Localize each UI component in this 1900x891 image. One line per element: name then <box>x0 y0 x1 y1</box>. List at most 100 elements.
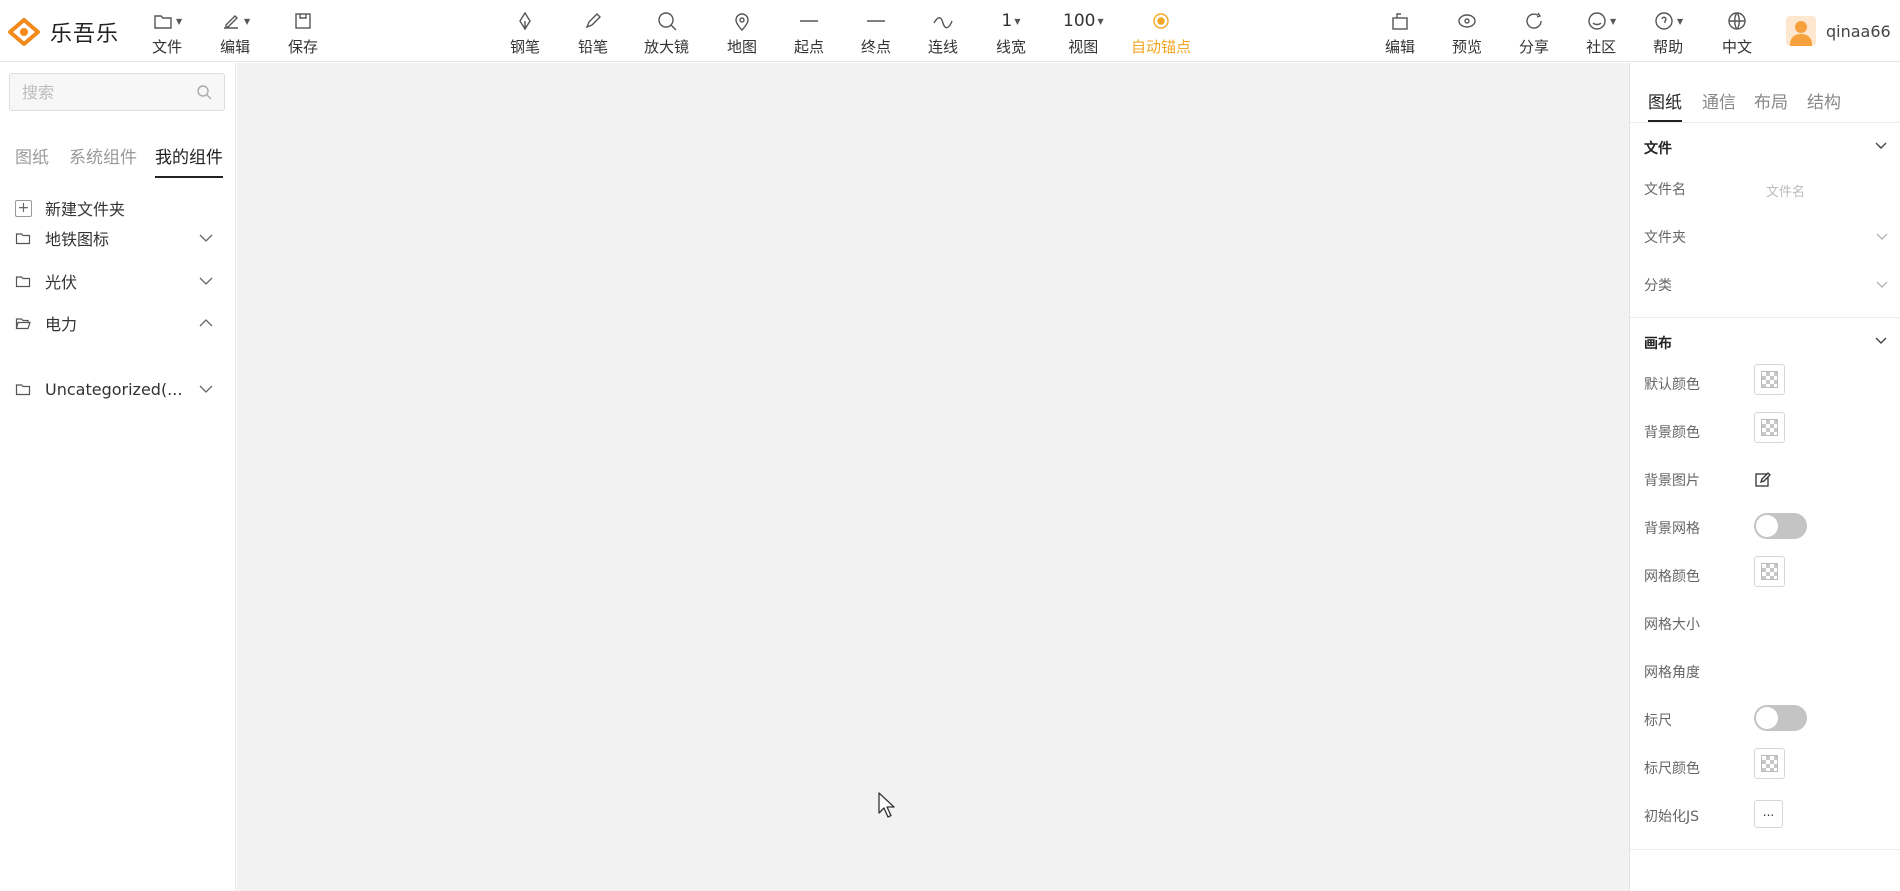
start-point-label: 起点 <box>794 38 825 56</box>
community-button[interactable]: ▼ 社区 <box>1586 8 1616 58</box>
edit-image-icon[interactable] <box>1754 471 1772 489</box>
chevron-down-icon[interactable] <box>198 381 214 397</box>
tab-drawings[interactable]: 图纸 <box>15 143 49 168</box>
line-width-label: 线宽 <box>996 38 1027 56</box>
grid-color-picker[interactable] <box>1754 556 1785 587</box>
folder-select-chevron-icon[interactable] <box>1876 230 1888 242</box>
bg-color-picker[interactable] <box>1754 412 1785 443</box>
share-icon <box>1526 12 1542 29</box>
edit-icon <box>224 15 238 29</box>
chevron-down-icon[interactable] <box>198 273 214 289</box>
line-width-button[interactable]: 1 ▼ 线宽 <box>996 8 1026 58</box>
tab-communication[interactable]: 通信 <box>1702 88 1736 113</box>
preview-button[interactable]: 预览 <box>1452 8 1482 58</box>
map-tool-button[interactable]: 地图 <box>727 8 757 58</box>
map-label: 地图 <box>727 38 758 56</box>
help-label: 帮助 <box>1653 38 1684 56</box>
tab-drawing[interactable]: 图纸 <box>1648 88 1682 122</box>
globe-icon <box>1728 12 1746 30</box>
tab-my-components[interactable]: 我的组件 <box>155 143 223 178</box>
init-js-label: 初始化JS <box>1644 809 1700 825</box>
logo[interactable]: 乐吾乐 <box>6 12 119 52</box>
folder-label: 光伏 <box>45 273 78 292</box>
filename-input[interactable]: 文件名 <box>1766 181 1805 200</box>
anchor-dot-icon <box>1153 13 1169 29</box>
language-label: 中文 <box>1722 38 1753 56</box>
share-button[interactable]: 分享 <box>1519 8 1549 58</box>
folder-icon <box>15 384 31 396</box>
folder-icon <box>15 233 31 245</box>
pencil-label: 铅笔 <box>578 38 609 56</box>
category-label: 分类 <box>1644 278 1672 294</box>
app-name: 乐吾乐 <box>50 22 120 47</box>
top-toolbar: 乐吾乐 ▼ 文件 ▼ 编辑 保存 钢笔 铅笔 放大镜 地图 起点 终点 连线 1 <box>0 0 1900 62</box>
new-folder-button[interactable]: + 新建文件夹 <box>0 193 236 223</box>
community-label: 社区 <box>1586 38 1617 56</box>
file-menu-button[interactable]: ▼ 文件 <box>152 8 182 58</box>
end-point-button[interactable]: 终点 <box>861 8 891 58</box>
ruler-color-picker[interactable] <box>1754 748 1785 779</box>
auto-anchor-label: 自动锚点 <box>1131 38 1192 56</box>
folder-label: Uncategorized(... <box>45 379 183 399</box>
magnifier-label: 放大镜 <box>644 38 690 56</box>
search-input[interactable] <box>10 82 180 102</box>
section-divider <box>1630 849 1900 850</box>
line-end-icon <box>867 20 885 22</box>
help-button[interactable]: ▼ 帮助 <box>1653 8 1683 58</box>
folder-label: 电力 <box>45 315 78 334</box>
start-point-button[interactable]: 起点 <box>794 8 824 58</box>
folder-item[interactable]: 地铁图标 <box>0 223 236 253</box>
folder-item[interactable]: Uncategorized(... <box>0 374 236 404</box>
chevron-down-icon[interactable] <box>198 230 214 246</box>
connector-label: 连线 <box>928 38 959 56</box>
right-properties-panel: 图纸 通信 布局 结构 文件 文件名 文件名 文件夹 分类 画布 默认颜色 背景… <box>1629 63 1900 891</box>
chevron-up-icon[interactable] <box>198 315 214 331</box>
bg-image-label: 背景图片 <box>1644 473 1700 489</box>
end-point-label: 终点 <box>861 38 892 56</box>
tab-system-components[interactable]: 系统组件 <box>69 143 137 168</box>
default-color-label: 默认颜色 <box>1644 377 1700 393</box>
init-js-button[interactable]: ... <box>1754 800 1783 828</box>
edit-mode-label: 编辑 <box>1385 38 1416 56</box>
edit-menu-button[interactable]: ▼ 编辑 <box>220 8 250 58</box>
avatar <box>1786 16 1816 46</box>
search-icon[interactable] <box>196 84 212 100</box>
folder-item[interactable]: 电力 <box>0 308 236 338</box>
connector-button[interactable]: 连线 <box>928 8 958 58</box>
chevron-down-icon[interactable] <box>1874 334 1888 348</box>
username: qinaa66 <box>1826 21 1891 41</box>
magnifier-tool-button[interactable]: 放大镜 <box>644 8 689 58</box>
save-label: 保存 <box>288 38 319 56</box>
edit-mode-button[interactable]: 编辑 <box>1385 8 1415 58</box>
pen-tool-button[interactable]: 钢笔 <box>510 8 540 58</box>
new-folder-label: 新建文件夹 <box>45 200 126 219</box>
folder-item[interactable]: 光伏 <box>0 266 236 296</box>
pen-icon <box>519 11 531 31</box>
bg-grid-toggle[interactable] <box>1754 513 1807 539</box>
edit-label: 编辑 <box>220 38 251 56</box>
ruler-color-label: 标尺颜色 <box>1644 761 1700 777</box>
drawing-canvas[interactable] <box>237 63 1629 891</box>
save-button[interactable]: 保存 <box>288 8 318 58</box>
folder-label: 文件夹 <box>1644 230 1686 246</box>
file-section-title: 文件 <box>1644 141 1672 157</box>
share-label: 分享 <box>1519 38 1550 56</box>
user-menu[interactable]: qinaa66 <box>1786 16 1891 46</box>
pencil-tool-button[interactable]: 铅笔 <box>578 8 608 58</box>
chevron-down-icon[interactable] <box>1874 139 1888 153</box>
tab-structure[interactable]: 结构 <box>1807 88 1841 113</box>
tab-layout[interactable]: 布局 <box>1754 88 1788 113</box>
language-button[interactable]: 中文 <box>1722 8 1752 58</box>
ruler-toggle[interactable] <box>1754 705 1807 731</box>
default-color-picker[interactable] <box>1754 364 1785 395</box>
view-zoom-button[interactable]: 100 ▼ 视图 <box>1063 8 1104 58</box>
category-select-chevron-icon[interactable] <box>1876 278 1888 290</box>
filename-label: 文件名 <box>1644 182 1686 198</box>
eye-icon <box>1458 14 1476 28</box>
pen-label: 钢笔 <box>510 38 541 56</box>
bg-grid-label: 背景网格 <box>1644 521 1700 537</box>
left-tabs: 图纸 系统组件 我的组件 <box>0 143 236 179</box>
grid-color-label: 网格颜色 <box>1644 569 1700 585</box>
auto-anchor-button[interactable]: 自动锚点 <box>1131 8 1191 58</box>
search-box <box>9 73 225 111</box>
